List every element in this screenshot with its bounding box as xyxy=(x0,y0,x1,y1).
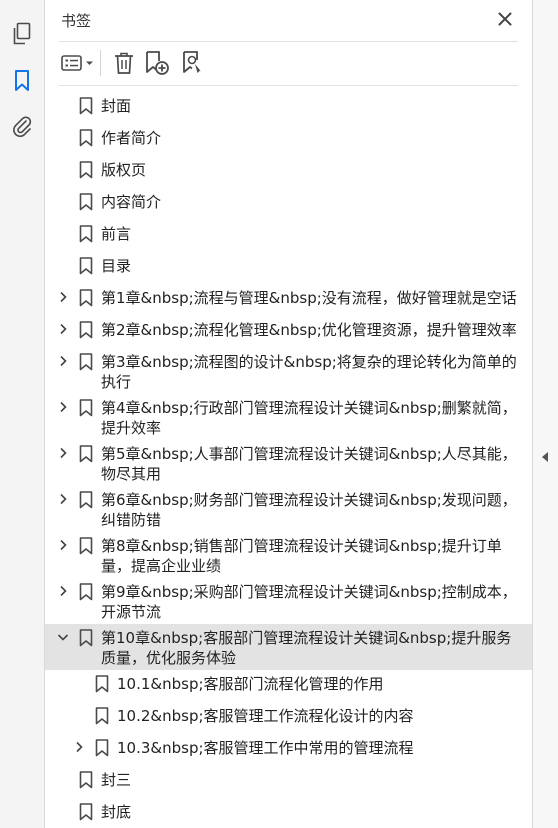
chevron-right-icon[interactable] xyxy=(55,445,71,461)
bookmark-subitem[interactable]: 10.3&nbsp;客服管理工作中常用的管理流程 xyxy=(45,734,532,766)
bookmarks-panel: 书签 封面 作者简介 版权页 内容简介 前言 目录 第1章&nbsp;流程与管理… xyxy=(45,0,532,828)
divider xyxy=(59,85,518,86)
close-panel-button[interactable] xyxy=(494,8,516,30)
bookmark-label: 封面 xyxy=(101,97,132,115)
bookmark-icon xyxy=(79,97,93,115)
panel-title: 书签 xyxy=(61,12,92,30)
chevron-right-icon[interactable] xyxy=(55,399,71,415)
bookmark-icon xyxy=(95,739,109,757)
bookmark-search-button[interactable] xyxy=(179,48,207,78)
bookmark-label: 第5章&nbsp;人事部门管理流程设计关键词&nbsp;人尽其能，物尽其用 xyxy=(101,445,517,483)
chevron-right-icon[interactable] xyxy=(55,353,71,369)
bookmark-label: 作者简介 xyxy=(101,129,162,147)
chevron-right-icon[interactable] xyxy=(55,289,71,305)
bookmark-icon xyxy=(79,289,93,307)
bookmark-item[interactable]: 封三 xyxy=(45,766,532,798)
bookmark-label: 第8章&nbsp;销售部门管理流程设计关键词&nbsp;提升订单量，提高企业业绩 xyxy=(101,537,502,575)
bookmark-icon xyxy=(95,675,109,693)
bookmark-icon xyxy=(95,707,109,725)
bookmark-add-icon xyxy=(146,51,169,75)
bookmark-subitem[interactable]: 10.2&nbsp;客服管理工作流程化设计的内容 xyxy=(45,702,532,734)
bookmark-label: 第3章&nbsp;流程图的设计&nbsp;将复杂的理论转化为简单的执行 xyxy=(101,353,517,391)
divider xyxy=(59,41,518,42)
bookmark-icon xyxy=(79,353,93,371)
bookmark-icon xyxy=(79,803,93,821)
bookmark-icon xyxy=(79,321,93,339)
bookmark-icon xyxy=(79,629,93,647)
bookmark-icon xyxy=(79,491,93,509)
bookmark-item[interactable]: 作者简介 xyxy=(45,124,532,156)
chevron-right-icon[interactable] xyxy=(55,491,71,507)
bookmark-item[interactable]: 内容简介 xyxy=(45,188,532,220)
bookmark-label: 第2章&nbsp;流程化管理&nbsp;优化管理资源，提升管理效率 xyxy=(101,321,517,339)
bookmark-icon[interactable] xyxy=(8,67,36,95)
collapse-panel-button[interactable] xyxy=(539,448,551,466)
bookmark-label: 内容简介 xyxy=(101,193,162,211)
bookmark-icon xyxy=(79,129,93,147)
chevron-right-icon[interactable] xyxy=(71,739,87,755)
bookmark-tree: 封面作者简介版权页内容简介前言目录第1章&nbsp;流程与管理&nbsp;没有流… xyxy=(45,92,532,828)
bookmark-item[interactable]: 前言 xyxy=(45,220,532,252)
bookmark-icon xyxy=(79,537,93,555)
chevron-right-icon[interactable] xyxy=(55,583,71,599)
trash-icon xyxy=(115,52,133,74)
bookmark-item[interactable]: 封底 xyxy=(45,798,532,828)
chevron-down-icon[interactable] xyxy=(55,629,71,645)
bookmark-icon xyxy=(79,445,93,463)
chevron-right-icon[interactable] xyxy=(55,537,71,553)
bookmark-subitem[interactable]: 10.1&nbsp;客服部门流程化管理的作用 xyxy=(45,670,532,702)
bookmark-item[interactable]: 第2章&nbsp;流程化管理&nbsp;优化管理资源，提升管理效率 xyxy=(45,316,532,348)
bookmark-item[interactable]: 第9章&nbsp;采购部门管理流程设计关键词&nbsp;控制成本，开源节流 xyxy=(45,578,532,624)
bookmark-icon xyxy=(79,771,93,789)
bookmark-item[interactable]: 封面 xyxy=(45,92,532,124)
bookmark-label: 第4章&nbsp;行政部门管理流程设计关键词&nbsp;删繁就简，提升效率 xyxy=(101,399,517,437)
options-menu-button[interactable] xyxy=(59,48,97,78)
bookmark-search-icon xyxy=(183,51,203,74)
bookmark-item[interactable]: 目录 xyxy=(45,252,532,284)
bookmark-label: 10.2&nbsp;客服管理工作流程化设计的内容 xyxy=(117,707,414,725)
bookmark-label: 第9章&nbsp;采购部门管理流程设计关键词&nbsp;控制成本，开源节流 xyxy=(101,583,517,621)
bookmark-label: 目录 xyxy=(101,257,132,275)
bookmark-icon xyxy=(79,583,93,601)
bookmark-item[interactable]: 第8章&nbsp;销售部门管理流程设计关键词&nbsp;提升订单量，提高企业业绩 xyxy=(45,532,532,578)
bookmark-item[interactable]: 第1章&nbsp;流程与管理&nbsp;没有流程，做好管理就是空话 xyxy=(45,284,532,316)
bookmark-label: 10.3&nbsp;客服管理工作中常用的管理流程 xyxy=(117,739,414,757)
chevron-right-icon[interactable] xyxy=(55,321,71,337)
close-icon xyxy=(498,12,512,26)
bookmark-label: 第10章&nbsp;客服部门管理流程设计关键词&nbsp;提升服务质量，优化服务… xyxy=(101,629,512,667)
new-bookmark-button[interactable] xyxy=(143,48,171,78)
toolbar-separator xyxy=(100,50,101,76)
page-thumbnails-icon[interactable] xyxy=(8,20,36,48)
bookmark-item[interactable]: 第10章&nbsp;客服部门管理流程设计关键词&nbsp;提升服务质量，优化服务… xyxy=(45,624,532,670)
bookmark-item[interactable]: 第4章&nbsp;行政部门管理流程设计关键词&nbsp;删繁就简，提升效率 xyxy=(45,394,532,440)
bookmark-label: 第6章&nbsp;财务部门管理流程设计关键词&nbsp;发现问题，纠错防错 xyxy=(101,491,517,529)
triangle-left-icon xyxy=(542,452,548,462)
bookmark-label: 10.1&nbsp;客服部门流程化管理的作用 xyxy=(117,675,384,693)
bookmark-icon xyxy=(79,225,93,243)
bookmark-item[interactable]: 第5章&nbsp;人事部门管理流程设计关键词&nbsp;人尽其能，物尽其用 xyxy=(45,440,532,486)
bookmark-item[interactable]: 版权页 xyxy=(45,156,532,188)
bookmark-label: 封底 xyxy=(101,803,132,821)
bookmark-label: 前言 xyxy=(101,225,132,243)
bookmark-item[interactable]: 第3章&nbsp;流程图的设计&nbsp;将复杂的理论转化为简单的执行 xyxy=(45,348,532,394)
bookmark-label: 封三 xyxy=(101,771,132,789)
paperclip-icon[interactable] xyxy=(8,112,36,140)
bookmark-icon xyxy=(79,399,93,417)
bookmark-label: 版权页 xyxy=(101,161,147,179)
bookmark-icon xyxy=(79,193,93,211)
right-collapse-bar xyxy=(532,0,558,828)
options-menu-icon xyxy=(61,55,93,71)
left-nav-bar xyxy=(0,0,45,828)
bookmark-label: 第1章&nbsp;流程与管理&nbsp;没有流程，做好管理就是空话 xyxy=(101,289,517,307)
bookmark-icon xyxy=(79,257,93,275)
delete-bookmark-button[interactable] xyxy=(111,48,137,78)
bookmark-item[interactable]: 第6章&nbsp;财务部门管理流程设计关键词&nbsp;发现问题，纠错防错 xyxy=(45,486,532,532)
bookmark-icon xyxy=(79,161,93,179)
